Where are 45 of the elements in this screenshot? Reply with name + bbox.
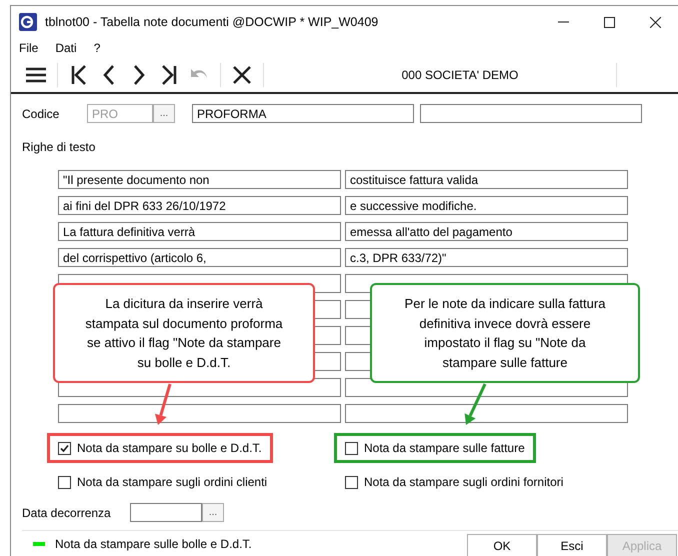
menu-item[interactable]: ? [94, 41, 100, 55]
app-logo-icon [19, 13, 37, 31]
text-line-field[interactable]: del corrispettivo (articolo 6, [58, 248, 341, 267]
checkmark-icon [60, 444, 69, 452]
text-line-field[interactable]: c.3, DPR 633/72)" [345, 248, 628, 267]
next-icon[interactable] [133, 65, 145, 85]
company-label: 000 SOCIETA' DEMO [400, 68, 520, 82]
dialog-button[interactable]: OK [467, 534, 537, 556]
checkbox[interactable]: Nota da stampare sugli ordini clienti [58, 475, 268, 489]
close-icon[interactable] [650, 16, 660, 28]
checkbox[interactable]: Nota da stampare sulle fatture [345, 441, 525, 455]
text-line-field[interactable]: costituisce fattura valida [345, 170, 628, 189]
text-line-field[interactable]: La fattura definitiva verrà [58, 222, 341, 241]
checkbox[interactable]: Nota da stampare sugli ordini fornitori [345, 475, 564, 489]
text-line-field[interactable] [58, 404, 341, 423]
date-field[interactable] [130, 503, 202, 522]
section-label: Righe di testo [22, 140, 96, 154]
menu-icon[interactable] [26, 67, 46, 83]
close-icon[interactable] [233, 66, 251, 84]
checkbox[interactable]: Nota da stampare su bolle e D.d.T. [58, 441, 262, 455]
field-label: Data decorrenza [22, 506, 112, 520]
description-field[interactable]: PROFORMA [192, 104, 414, 123]
text-line-field[interactable] [345, 404, 628, 423]
field-label: Codice [22, 106, 60, 120]
callout-tooltip: Per le note da indicare sulla fattura definitiva invece dovrà essere impostato il flag su "Note da stampare sulle fatture [370, 283, 640, 383]
dialog-button[interactable]: Esci [537, 534, 607, 556]
callout-arrow [154, 384, 172, 425]
lookup-button[interactable]: ... [153, 104, 175, 123]
minimize-icon[interactable] [558, 21, 568, 23]
text-line-field[interactable]: emessa all'atto del pagamento [345, 222, 628, 241]
status-text: Nota da stampare sulle bolle e D.d.T. [55, 537, 252, 551]
date-picker-button[interactable]: ... [202, 503, 224, 522]
menu-item[interactable]: File [19, 41, 38, 55]
text-line-field[interactable]: e successive modifiche. [345, 196, 628, 215]
last-record-icon[interactable] [161, 65, 177, 85]
callout-arrow [464, 383, 486, 425]
text-line-field[interactable]: ai fini del DPR 633 26/10/1972 [58, 196, 341, 215]
previous-icon[interactable] [103, 65, 115, 85]
first-record-icon[interactable] [71, 65, 87, 85]
menu-item[interactable]: Dati [55, 41, 77, 55]
maximize-icon[interactable] [604, 16, 614, 28]
text-line-field[interactable]: "Il presente documento non [58, 170, 341, 189]
input-field[interactable] [420, 104, 642, 123]
window-title: tblnot00 - Tabella note documenti @DOCWIP * WIP_W0409 [45, 15, 380, 29]
callout-tooltip: La dicitura da inserire verrà stampata sul documento proforma se attivo il flag "Note da stampare su bolle e D.d.T. [53, 283, 315, 383]
